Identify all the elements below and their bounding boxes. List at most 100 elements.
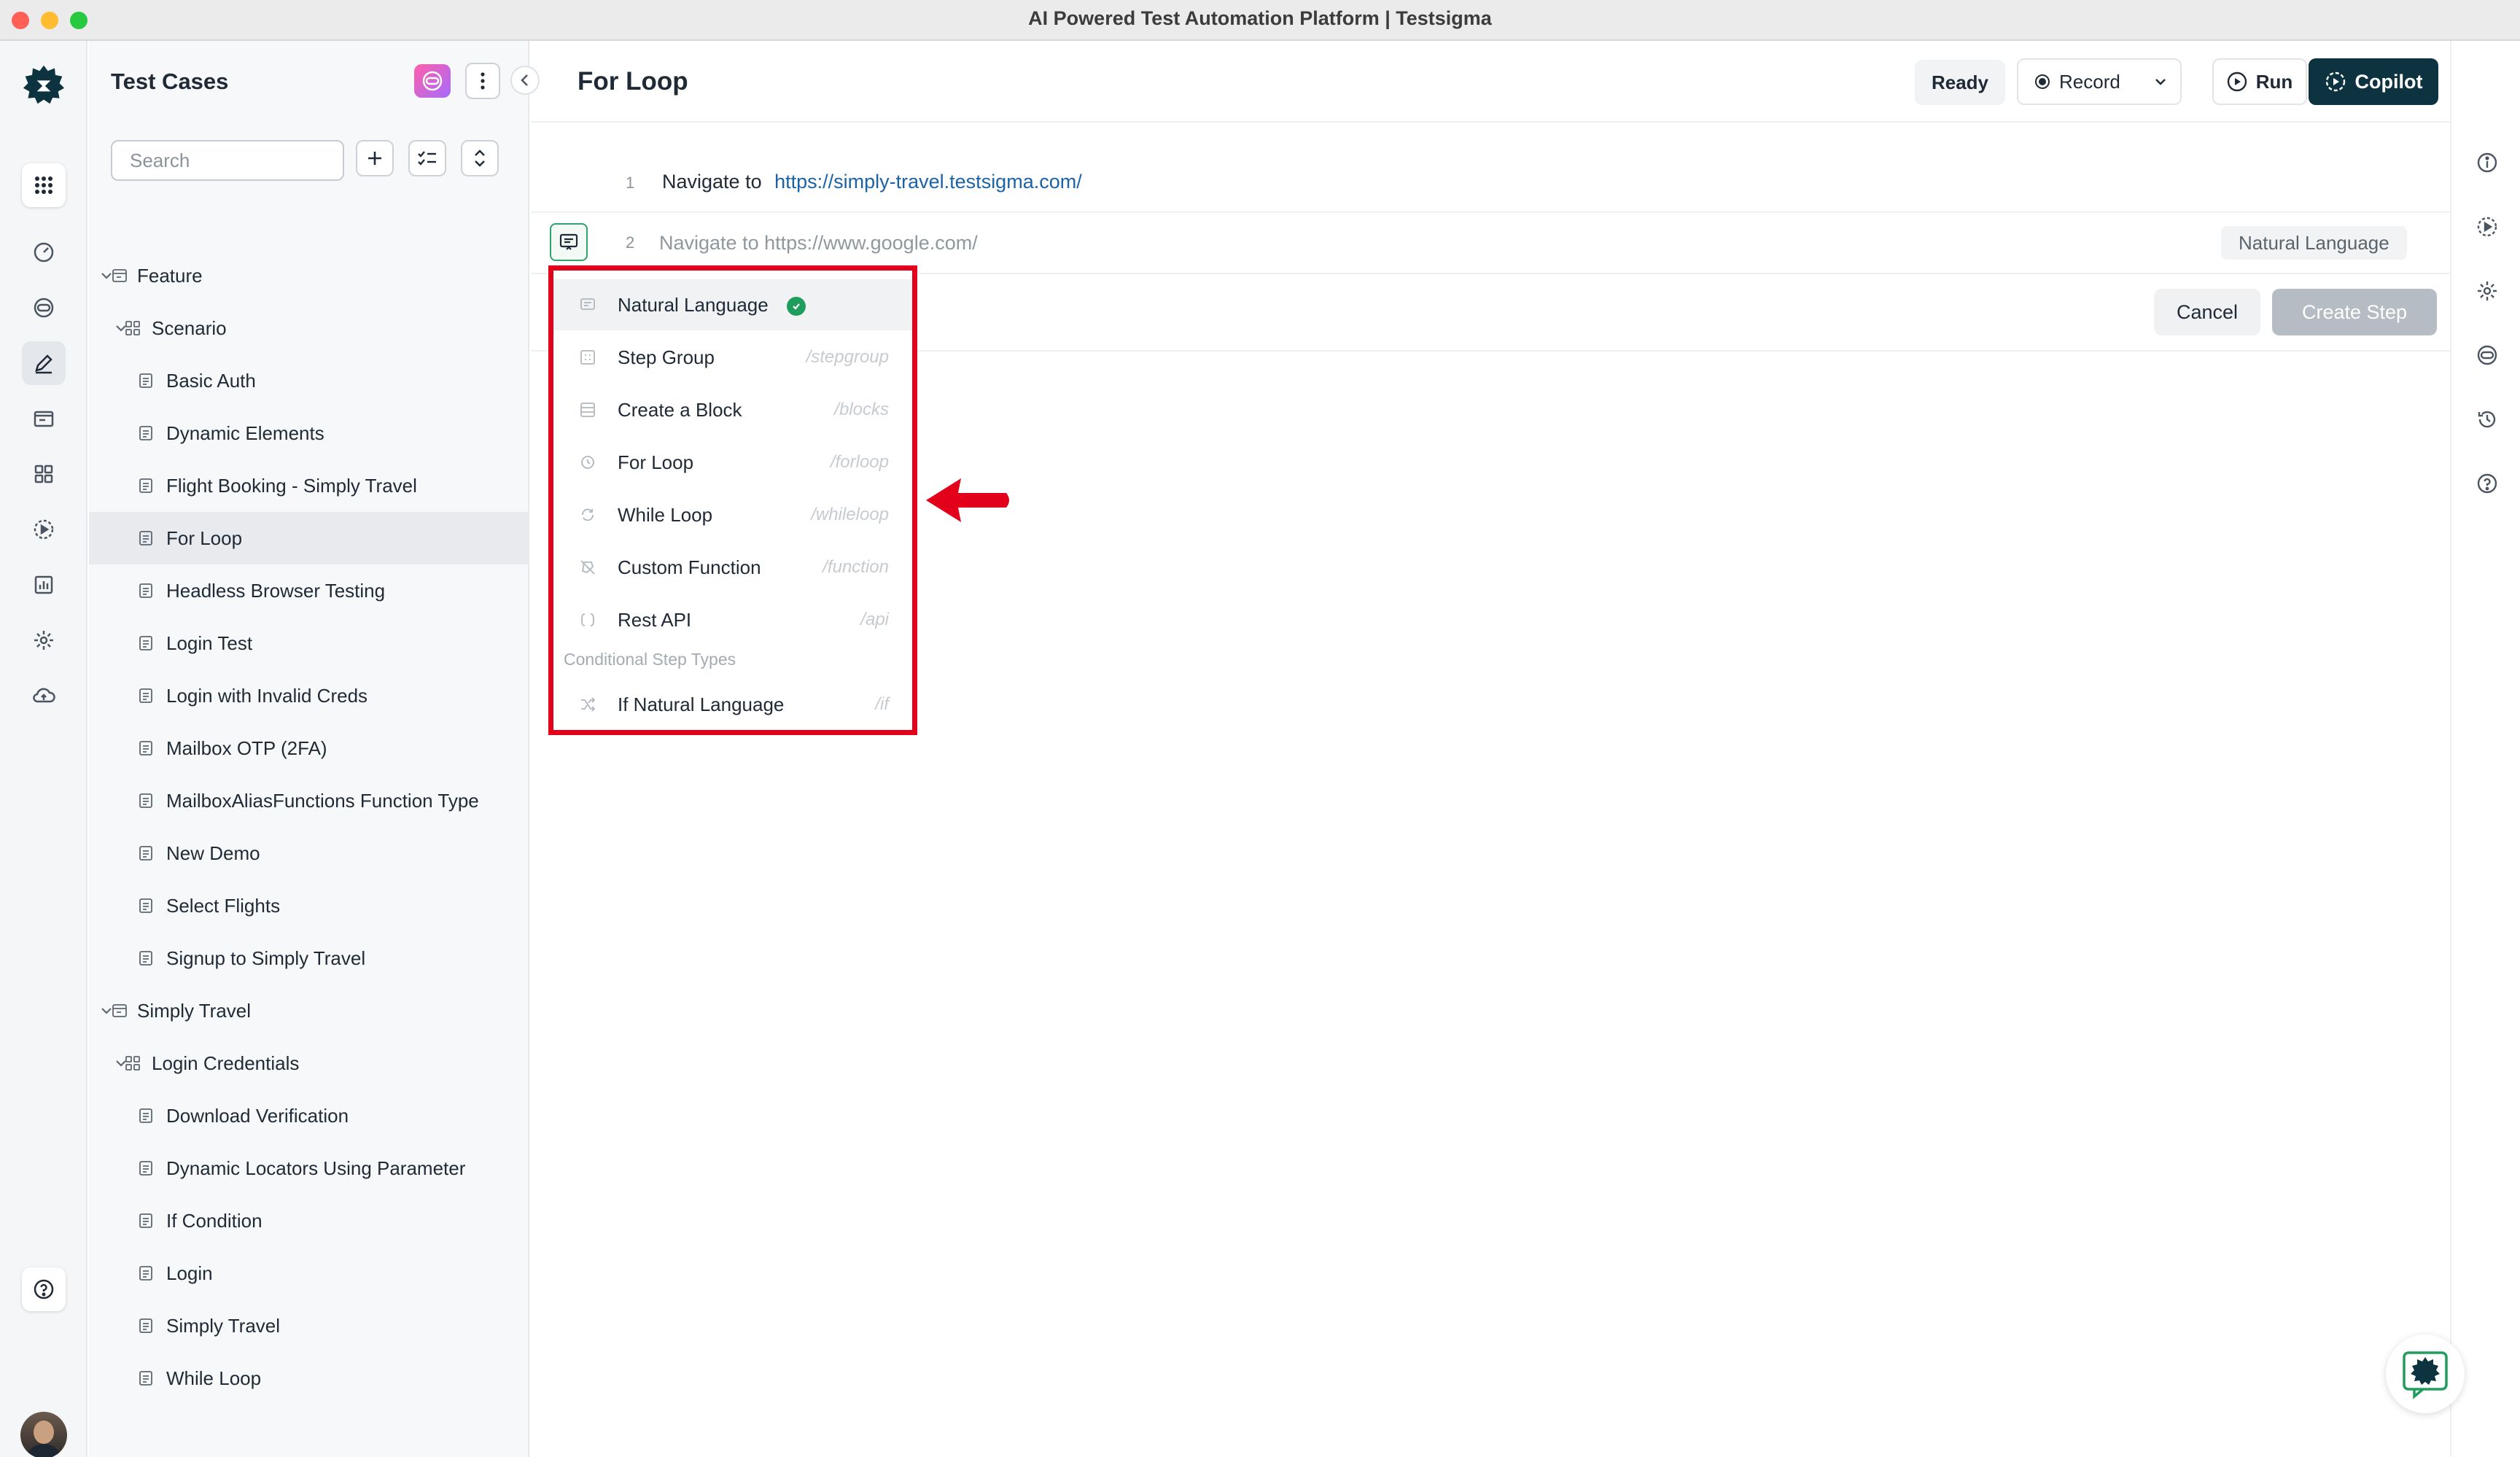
tree-item-test-case[interactable]: Headless Browser Testing xyxy=(89,564,529,617)
test-case-file-icon xyxy=(137,529,155,547)
info-icon[interactable] xyxy=(2475,150,2500,175)
run-history-icon[interactable] xyxy=(2475,214,2500,239)
history-icon[interactable] xyxy=(2475,407,2500,432)
tree-item-test-case[interactable]: Select Flights xyxy=(89,879,529,932)
tree-item-test-case[interactable]: For Loop xyxy=(89,512,529,564)
if-condition-icon xyxy=(578,695,597,714)
tree-item-test-case[interactable]: Dynamic Locators Using Parameter xyxy=(89,1142,529,1194)
tree-item-scenario[interactable]: Scenario xyxy=(89,302,529,354)
tree-item-test-case[interactable]: Download Verification xyxy=(89,1089,529,1142)
tree-item-label: Login with Invalid Creds xyxy=(166,684,368,707)
tree-item-test-case[interactable]: Dynamic Elements xyxy=(89,407,529,459)
test-case-file-icon xyxy=(137,792,155,809)
folder-icon[interactable] xyxy=(22,397,66,440)
tree-item-test-case[interactable]: Login with Invalid Creds xyxy=(89,669,529,722)
copilot-button[interactable]: Copilot xyxy=(2309,58,2438,105)
tree-item-test-case[interactable]: Simply Travel xyxy=(89,1299,529,1352)
new-step-input[interactable] xyxy=(659,225,1826,261)
tree-item-test-case[interactable]: MailboxAliasFunctions Function Type xyxy=(89,774,529,827)
create-step-button[interactable]: Create Step xyxy=(2272,289,2437,335)
window-title: AI Powered Test Automation Platform | Te… xyxy=(1028,7,1492,29)
step-type-rest-api[interactable]: Rest API /api xyxy=(553,594,912,645)
step-type-custom-function[interactable]: Custom Function /function xyxy=(553,542,912,593)
help-circle-icon[interactable] xyxy=(22,1267,66,1311)
dashboard-icon[interactable] xyxy=(22,230,66,274)
ai-assistant-icon[interactable] xyxy=(414,64,451,98)
tree-item-test-case[interactable]: Signup to Simply Travel xyxy=(89,932,529,984)
sort-chevrons-icon xyxy=(475,149,485,167)
assistant-chat-button[interactable] xyxy=(2386,1334,2465,1413)
select-mode-button[interactable] xyxy=(408,140,446,176)
collapse-panel-button[interactable] xyxy=(510,66,540,95)
tree-item-feature[interactable]: Simply Travel xyxy=(89,984,529,1037)
testsigma-logo[interactable] xyxy=(22,63,66,106)
tree-item-scenario[interactable]: Login Credentials xyxy=(89,1037,529,1089)
step-type-command: /if xyxy=(875,694,889,714)
test-step-row[interactable]: 1 Navigate to https://simply-travel.test… xyxy=(531,153,2450,213)
natural-language-icon xyxy=(578,295,597,314)
tree-item-test-case[interactable]: Login xyxy=(89,1247,529,1299)
step-url-link[interactable]: https://simply-travel.testsigma.com/ xyxy=(774,171,1082,193)
expand-collapse-button[interactable] xyxy=(461,140,499,176)
tree-item-label: Login xyxy=(166,1262,213,1284)
step-type-while-loop[interactable]: While Loop /whileloop xyxy=(553,489,912,540)
test-case-file-icon xyxy=(137,687,155,704)
tree-item-feature[interactable]: Feature xyxy=(89,249,529,302)
step-type-for-loop[interactable]: For Loop /forloop xyxy=(553,437,912,488)
step-type-label: Create a Block xyxy=(618,398,742,421)
cancel-button[interactable]: Cancel xyxy=(2154,289,2260,335)
plus-icon xyxy=(368,152,381,165)
tree-item-label: For Loop xyxy=(166,527,243,549)
copilot-eye-icon[interactable] xyxy=(22,286,66,330)
page-title: For Loop xyxy=(578,67,688,96)
test-case-tree-panel: Test Cases Feature Scenario Basic Auth Dyna… xyxy=(89,41,529,1457)
edit-pencil-icon[interactable] xyxy=(22,341,66,385)
tree-item-label: Feature xyxy=(137,264,203,287)
step-type-step-group[interactable]: Step Group /stepgroup xyxy=(553,332,912,383)
step-type-selector-button[interactable] xyxy=(550,223,588,261)
apps-grid-icon[interactable] xyxy=(22,163,66,207)
rest-api-icon xyxy=(578,610,597,629)
tree-item-test-case[interactable]: Flight Booking - Simply Travel xyxy=(89,459,529,512)
window-titlebar: AI Powered Test Automation Platform | Te… xyxy=(0,0,2520,41)
tree-item-label: MailboxAliasFunctions Function Type xyxy=(166,789,479,812)
settings-gear-icon[interactable] xyxy=(22,618,66,662)
record-button[interactable]: Record xyxy=(2018,60,2142,104)
step-type-command: /blocks xyxy=(834,400,889,419)
record-button-group: Record xyxy=(2017,58,2182,105)
feature-folder-icon xyxy=(111,267,128,284)
record-options-button[interactable] xyxy=(2142,60,2180,104)
tree-item-test-case[interactable]: While Loop xyxy=(89,1352,529,1404)
step-type-label: Rest API xyxy=(618,608,692,631)
feature-folder-icon xyxy=(111,1002,128,1019)
tree-more-options-button[interactable] xyxy=(465,63,500,99)
tree-item-label: Flight Booking - Simply Travel xyxy=(166,474,417,497)
tree-item-test-case[interactable]: Mailbox OTP (2FA) xyxy=(89,722,529,774)
help-circle-icon[interactable] xyxy=(2475,471,2500,496)
tree-item-test-case[interactable]: Login Test xyxy=(89,617,529,669)
run-circle-icon[interactable] xyxy=(22,508,66,551)
new-step-row: 2 Natural Language xyxy=(531,213,2450,273)
left-nav-rail xyxy=(0,41,88,1457)
run-button[interactable]: Run xyxy=(2212,58,2307,105)
tree-search-input[interactable] xyxy=(111,140,344,181)
tree-item-label: New Demo xyxy=(166,842,260,864)
tree-item-test-case[interactable]: Basic Auth xyxy=(89,354,529,407)
add-test-case-button[interactable] xyxy=(356,140,394,176)
test-case-file-icon xyxy=(137,1317,155,1334)
step-type-if-natural-language[interactable]: If Natural Language /if xyxy=(553,679,912,730)
custom-function-icon xyxy=(578,558,597,577)
user-avatar[interactable] xyxy=(20,1412,67,1457)
reports-icon[interactable] xyxy=(22,563,66,607)
chevron-down-icon xyxy=(2155,79,2166,85)
scenario-group-icon xyxy=(124,319,141,337)
tree-item-test-case[interactable]: If Condition xyxy=(89,1194,529,1247)
settings-gear-icon[interactable] xyxy=(2475,279,2500,303)
modules-icon[interactable] xyxy=(22,452,66,496)
tree-item-test-case[interactable]: New Demo xyxy=(89,827,529,879)
test-case-file-icon xyxy=(137,844,155,862)
cloud-icon[interactable] xyxy=(22,674,66,718)
step-type-create-block[interactable]: Create a Block /blocks xyxy=(553,384,912,435)
step-type-natural-language[interactable]: Natural Language xyxy=(553,279,912,330)
copilot-eye-icon[interactable] xyxy=(2475,343,2500,368)
